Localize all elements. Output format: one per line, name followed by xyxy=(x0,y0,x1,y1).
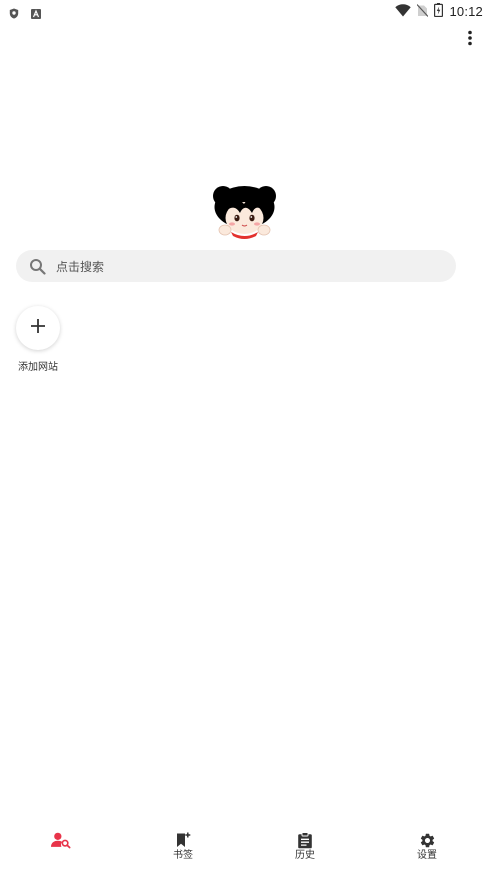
status-time: 10:12 xyxy=(449,4,483,19)
status-right-icons: 10:12 xyxy=(395,2,483,21)
nav-item-settings[interactable]: 设置 xyxy=(366,822,488,871)
user-search-icon xyxy=(51,831,71,849)
nav-label-settings: 设置 xyxy=(417,850,437,861)
battery-charging-icon xyxy=(434,2,444,21)
search-icon xyxy=(28,257,46,275)
wifi-icon xyxy=(395,2,412,21)
no-sim-icon xyxy=(417,2,429,21)
status-bar: 10:12 xyxy=(0,0,489,20)
mascot-logo xyxy=(211,182,278,240)
clipboard-list-icon xyxy=(295,831,315,849)
gear-icon xyxy=(417,831,437,849)
plus-icon xyxy=(30,318,46,338)
bookmark-add-icon xyxy=(173,831,193,849)
nav-label-bookmarks: 书签 xyxy=(173,850,193,861)
text-a-icon xyxy=(31,4,41,23)
more-options-button[interactable] xyxy=(461,30,479,50)
nav-label-history: 历史 xyxy=(295,850,315,861)
add-site-button[interactable] xyxy=(16,306,60,350)
search-placeholder: 点击搜索 xyxy=(56,259,105,274)
shield-icon xyxy=(9,4,19,23)
nav-item-bookmarks[interactable]: 书签 xyxy=(122,822,244,871)
nav-item-account[interactable] xyxy=(0,822,122,871)
status-left-icons xyxy=(9,4,41,23)
search-bar[interactable]: 点击搜索 xyxy=(16,250,456,282)
more-vert-icon xyxy=(467,30,473,50)
nav-item-history[interactable]: 历史 xyxy=(244,822,366,871)
add-site-label: 添加网站 xyxy=(18,362,58,373)
add-site-shortcut[interactable]: 添加网站 xyxy=(15,306,61,373)
bottom-navigation: 书签 历史 设置 xyxy=(0,822,489,871)
